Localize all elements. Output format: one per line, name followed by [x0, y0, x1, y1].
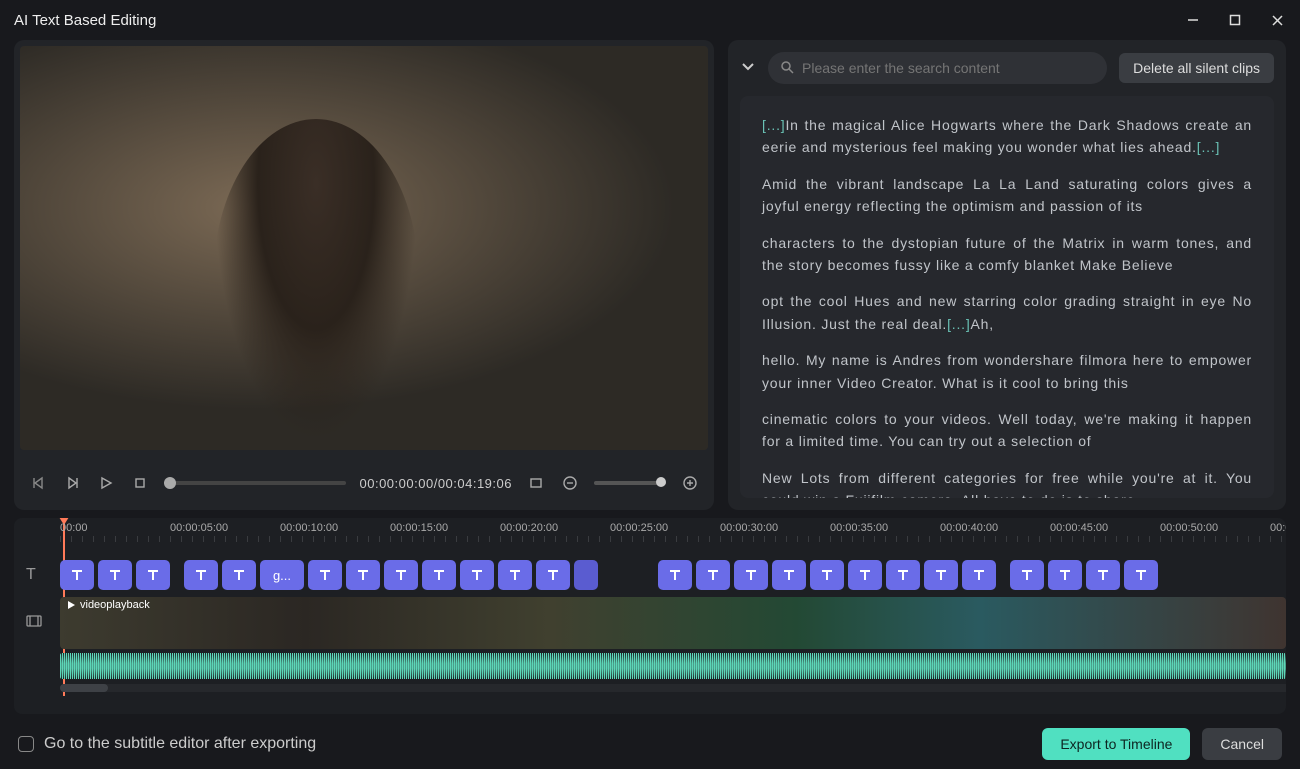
ruler-tick: 00:00:20:00 [500, 522, 558, 534]
transcript-segment[interactable]: Ah, [971, 316, 994, 332]
text-clip[interactable] [346, 560, 380, 590]
ruler-tick: 00:00:10:00 [280, 522, 338, 534]
text-clip[interactable] [658, 560, 692, 590]
ruler-tick: 00:00:35:00 [830, 522, 888, 534]
maximize-button[interactable] [1226, 11, 1244, 29]
text-clip[interactable] [848, 560, 882, 590]
timecode: 00:00:00:00/00:04:19:06 [360, 476, 513, 491]
delete-silent-button[interactable]: Delete all silent clips [1119, 53, 1274, 83]
text-clip[interactable] [184, 560, 218, 590]
video-preview[interactable] [20, 46, 708, 450]
text-clip[interactable] [308, 560, 342, 590]
video-preview-panel: 00:00:00:00/00:04:19:06 [14, 40, 714, 510]
text-clip[interactable] [536, 560, 570, 590]
transcript-segment[interactable]: characters to the dystopian future of th… [762, 232, 1252, 277]
subtitle-editor-checkbox[interactable] [18, 736, 34, 752]
window-title: AI Text Based Editing [14, 12, 1184, 29]
ruler-tick: 00:00:05:00 [170, 522, 228, 534]
collapse-icon[interactable] [740, 58, 756, 79]
text-clip[interactable] [1048, 560, 1082, 590]
transcript-segment[interactable]: hello. My name is Andres from wondershar… [762, 349, 1252, 394]
transcript-segment[interactable]: New Lots from different categories for f… [762, 467, 1252, 498]
silence-token[interactable]: [...] [1197, 139, 1220, 155]
zoom-out-button[interactable] [560, 473, 580, 493]
close-button[interactable] [1268, 11, 1286, 29]
text-clip[interactable] [962, 560, 996, 590]
ruler-tick: 00:00:15:00 [390, 522, 448, 534]
search-icon [780, 60, 794, 77]
text-clip[interactable] [498, 560, 532, 590]
play-button[interactable] [96, 473, 116, 493]
transcript-text[interactable]: [...]In the magical Alice Hogwarts where… [740, 96, 1274, 498]
zoom-slider[interactable] [594, 481, 666, 485]
fullscreen-button[interactable] [526, 473, 546, 493]
text-clip[interactable] [222, 560, 256, 590]
step-back-button[interactable] [62, 473, 82, 493]
transcript-segment[interactable]: Amid the vibrant landscape La La Land sa… [762, 173, 1252, 218]
video-track-icon [26, 614, 42, 633]
text-clip[interactable] [734, 560, 768, 590]
ruler-tick: 00:00:55:0 [1270, 522, 1286, 534]
cancel-button[interactable]: Cancel [1202, 728, 1282, 760]
audio-track[interactable] [60, 652, 1286, 680]
ruler-tick: 00:00:25:00 [610, 522, 668, 534]
text-clip[interactable] [810, 560, 844, 590]
export-button[interactable]: Export to Timeline [1042, 728, 1190, 760]
text-clip[interactable]: g... [260, 560, 304, 590]
timeline-scrollbar[interactable] [60, 684, 1286, 692]
text-clip[interactable] [1086, 560, 1120, 590]
ruler-tick: 00:00:45:00 [1050, 522, 1108, 534]
search-input[interactable] [802, 60, 1095, 76]
text-clip[interactable] [422, 560, 456, 590]
transcript-segment[interactable]: In the magical Alice Hogwarts where the … [762, 117, 1252, 155]
prev-frame-button[interactable] [28, 473, 48, 493]
text-clip[interactable] [384, 560, 418, 590]
text-clip[interactable] [886, 560, 920, 590]
text-clip[interactable] [924, 560, 958, 590]
silence-token[interactable]: [...] [947, 316, 970, 332]
text-clip[interactable] [772, 560, 806, 590]
ruler-tick: 00:00 [60, 522, 88, 534]
minimize-button[interactable] [1184, 11, 1202, 29]
ruler-tick: 00:00:40:00 [940, 522, 998, 534]
audio-waveform[interactable] [60, 653, 1286, 679]
video-clip[interactable]: videoplayback [60, 597, 1286, 649]
stop-button[interactable] [130, 473, 150, 493]
ruler-tick: 00:00:50:00 [1160, 522, 1218, 534]
text-clip[interactable] [136, 560, 170, 590]
text-track-icon: T [26, 566, 36, 584]
subtitle-editor-label: Go to the subtitle editor after exportin… [44, 735, 316, 753]
transcript-segment[interactable]: opt the cool Hues and new starring color… [762, 293, 1252, 331]
transcript-segment[interactable]: cinematic colors to your videos. Well to… [762, 408, 1252, 453]
zoom-in-button[interactable] [680, 473, 700, 493]
text-clip[interactable] [1124, 560, 1158, 590]
transcript-panel: Delete all silent clips [...]In the magi… [728, 40, 1286, 510]
footer: Go to the subtitle editor after exportin… [0, 719, 1300, 769]
timeline-panel: 00:00 00:00:05:00 00:00:10:00 00:00:15:00 00… [14, 518, 1286, 714]
search-box[interactable] [768, 52, 1107, 84]
text-track[interactable]: T g... [60, 558, 1286, 592]
text-clip[interactable] [574, 560, 598, 590]
seek-slider[interactable] [164, 481, 346, 485]
text-clip[interactable] [60, 560, 94, 590]
silence-token[interactable]: [...] [762, 117, 785, 133]
ruler-tick: 00:00:30:00 [720, 522, 778, 534]
title-bar: AI Text Based Editing [0, 0, 1300, 40]
clip-label: videoplayback [80, 599, 150, 611]
video-track[interactable]: videoplayback [60, 596, 1286, 650]
text-clip[interactable] [1010, 560, 1044, 590]
text-clip[interactable] [696, 560, 730, 590]
text-clip[interactable] [460, 560, 494, 590]
text-clip[interactable] [98, 560, 132, 590]
